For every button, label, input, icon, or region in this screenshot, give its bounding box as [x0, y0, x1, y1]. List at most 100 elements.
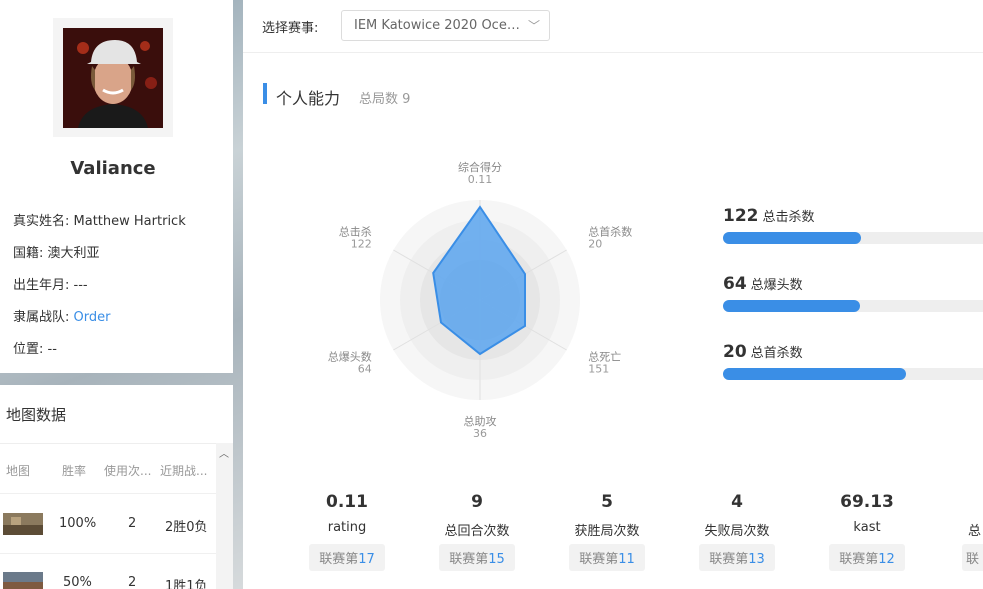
radar-axis-value: 36	[473, 427, 487, 440]
radar-axis-value: 122	[351, 238, 372, 251]
divider	[243, 52, 983, 53]
divider	[0, 493, 216, 494]
position-label: 位置:	[13, 342, 44, 357]
metric-value: 0.11	[326, 492, 368, 512]
metric-losses: 4 失败局次数 联赛第13	[682, 492, 792, 571]
stat-value: 20	[723, 342, 747, 362]
ability-radar-chart: 综合得分0.11 总首杀数20 总死亡151 总助攻36 总爆头数64 总击杀122	[328, 160, 633, 440]
metric-value	[962, 492, 983, 514]
nationality-label: 国籍:	[13, 246, 44, 261]
radar-axis-label: 总首杀数	[588, 225, 632, 239]
player-name: Valiance	[70, 158, 156, 179]
metric-label: kast	[853, 520, 881, 535]
radar-axis-label: 总爆头数	[328, 350, 372, 364]
rank-value: 11	[618, 552, 635, 567]
metric-partial: 总 联	[962, 492, 983, 571]
map-header-uses[interactable]: 使用次...	[104, 462, 151, 479]
radar-axis-value: 20	[588, 238, 602, 251]
map-header-winrate[interactable]: 胜率	[62, 462, 86, 479]
nationality-value: 澳大利亚	[47, 246, 100, 261]
real-name-label: 真实姓名:	[13, 214, 70, 229]
rank-prefix: 联赛第	[449, 552, 489, 567]
avatar	[63, 28, 163, 128]
stat-label: 总爆头数	[750, 278, 803, 293]
metric-wins: 5 获胜局次数 联赛第11	[552, 492, 662, 571]
progress-bar-track	[723, 368, 983, 380]
map-data-title: 地图数据	[6, 406, 67, 424]
team-row: 隶属战队: Order	[13, 306, 110, 325]
map-thumbnail	[3, 513, 43, 535]
avatar-frame	[53, 18, 173, 137]
radar-axis-label: 综合得分	[458, 160, 502, 174]
metric-rank-badge: 联赛第13	[699, 544, 775, 571]
metric-rank-badge: 联赛第12	[829, 544, 905, 571]
event-select[interactable]: IEM Katowice 2020 Oceania... ﹀	[341, 10, 550, 41]
rank-prefix: 联赛第	[839, 552, 879, 567]
metric-label: 总	[968, 524, 982, 539]
map-winrate: 100%	[59, 516, 97, 531]
metric-rank-badge: 联	[962, 544, 983, 571]
section-title: 个人能力	[276, 89, 341, 108]
stat-value: 64	[723, 274, 747, 294]
metric-value: 5	[601, 492, 613, 512]
metric-value: 9	[471, 492, 483, 512]
stat-label: 总击杀数	[762, 210, 815, 225]
metric-rating: 0.11 rating 联赛第17	[292, 492, 402, 571]
total-games: 总局数 9	[359, 88, 410, 107]
progress-bar-fill	[723, 368, 907, 380]
map-uses: 2	[128, 516, 137, 531]
radar-axis-value: 64	[358, 363, 372, 376]
rank-value: 13	[748, 552, 765, 567]
birth-label: 出生年月:	[13, 278, 70, 293]
metric-label: rating	[327, 520, 367, 535]
map-header-map[interactable]: 地图	[6, 462, 30, 479]
nationality-row: 国籍: 澳大利亚	[13, 242, 100, 261]
team-label: 隶属战队:	[13, 310, 70, 325]
event-select-value: IEM Katowice 2020 Oceania...	[354, 18, 522, 33]
real-name-row: 真实姓名: Matthew Hartrick	[13, 210, 186, 229]
radar-axis-value: 151	[588, 363, 609, 376]
divider	[0, 553, 216, 554]
progress-bar-track	[723, 300, 983, 312]
metric-value: 4	[731, 492, 743, 512]
team-link[interactable]: Order	[74, 310, 111, 325]
stat-first-kills: 20 总首杀数	[723, 342, 803, 362]
metric-rank-badge: 联赛第11	[569, 544, 645, 571]
rank-prefix: 联赛第	[579, 552, 619, 567]
progress-bar-fill	[723, 300, 860, 312]
stat-headshots: 64 总爆头数	[723, 274, 803, 294]
metric-rank-badge: 联赛第15	[439, 544, 515, 571]
stat-value: 122	[723, 206, 759, 226]
radar-axis-label: 总击杀	[339, 225, 372, 239]
event-select-label: 选择赛事:	[262, 21, 319, 36]
metric-kast: 69.13 kast 联赛第12	[812, 492, 922, 571]
metric-label: 失败局次数	[704, 524, 770, 539]
divider	[0, 443, 216, 444]
real-name-value: Matthew Hartrick	[73, 214, 186, 229]
position-row: 位置: --	[13, 338, 57, 357]
radar-axis-label: 总死亡	[588, 350, 621, 364]
map-uses: 2	[128, 575, 137, 589]
rank-prefix: 联	[966, 552, 980, 567]
birth-row: 出生年月: ---	[13, 274, 88, 293]
map-recent: 2胜0负	[165, 520, 208, 535]
map-header-recent[interactable]: 近期战...	[160, 462, 207, 479]
section-accent-bar	[263, 83, 267, 104]
metric-label: 获胜局次数	[574, 524, 640, 539]
position-value: --	[47, 342, 57, 357]
chevron-down-icon: ﹀	[527, 19, 540, 33]
scroll-up-icon[interactable]: ︿	[219, 445, 229, 460]
stat-label: 总首杀数	[750, 346, 803, 361]
map-data-card: 地图数据 地图 胜率 使用次... 近期战... 100% 2 2胜0负 50%…	[0, 385, 233, 589]
map-scrollbar[interactable]: ︿	[216, 443, 233, 589]
metric-rank-badge: 联赛第17	[309, 544, 385, 571]
metric-label: 总回合次数	[444, 524, 510, 539]
rank-value: 12	[878, 552, 895, 567]
rank-value: 15	[488, 552, 505, 567]
progress-bar-fill	[723, 232, 861, 244]
rank-value: 17	[358, 552, 375, 567]
rank-prefix: 联赛第	[709, 552, 749, 567]
radar-axis-label: 总助攻	[464, 414, 497, 428]
player-profile-card: Valiance 真实姓名: Matthew Hartrick 国籍: 澳大利亚…	[0, 0, 233, 373]
total-games-label: 总局数	[359, 92, 399, 107]
